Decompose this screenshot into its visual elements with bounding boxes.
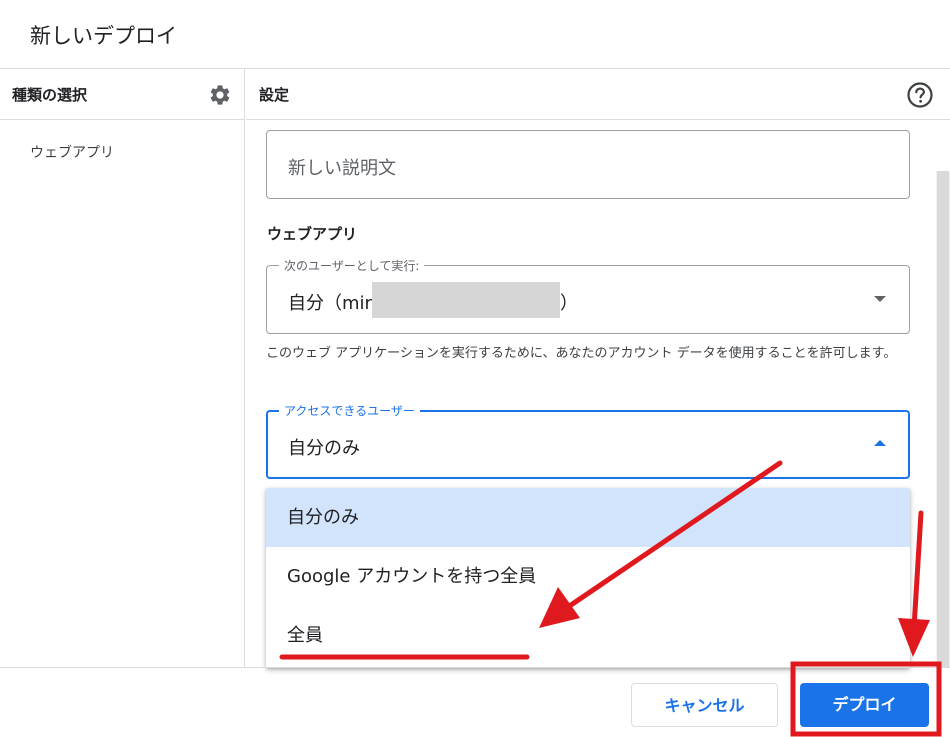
access-value: 自分のみ [288,438,360,459]
access-option-only-me[interactable]: 自分のみ [266,488,910,547]
execute-as-help-text: このウェブ アプリケーションを実行するために、あなたのアカウント データを使用す… [266,346,897,361]
access-option-everyone[interactable]: 全員 [266,606,910,665]
footer-divider [0,667,950,668]
deploy-button[interactable]: デプロイ [800,683,929,727]
access-select[interactable]: アクセスできるユーザー 自分のみ [266,402,910,479]
dialog-title: 新しいデプロイ [30,24,177,48]
webapp-section-label: ウェブアプリ [267,225,358,243]
description-input[interactable]: 新しい説明文 [266,130,910,199]
type-selection-header: 種類の選択 [0,69,245,120]
execute-as-value-prefix: 自分（mir [288,293,372,314]
access-options-menu: 自分のみ Google アカウントを持つ全員 全員 [266,488,910,668]
execute-as-select[interactable]: 次のユーザーとして実行: 自分（mir ） [266,257,910,334]
scrollbar-thumb[interactable] [937,171,949,667]
settings-title: 設定 [259,86,290,104]
execute-as-value: 自分（mir ） [288,282,578,318]
description-placeholder: 新しい説明文 [288,158,396,179]
settings-header: 設定 [246,69,950,120]
cancel-button[interactable]: キャンセル [631,683,778,727]
gear-icon[interactable] [208,83,232,107]
chevron-up-icon [874,440,886,446]
execute-as-legend: 次のユーザーとして実行: [279,257,425,274]
access-option-google-account[interactable]: Google アカウントを持つ全員 [266,547,910,606]
type-selection-pane: 種類の選択 ウェブアプリ [0,69,245,667]
help-circle-icon[interactable] [906,81,934,109]
chevron-down-icon [874,296,886,302]
new-deployment-dialog: 新しいデプロイ 種類の選択 ウェブアプリ 設定 新しい説明文 ウェブアプリ 次の… [0,0,950,737]
access-legend: アクセスできるユーザー [279,402,420,419]
execute-as-value-suffix: ） [559,293,578,314]
redacted-email [371,282,560,318]
type-item-webapp[interactable]: ウェブアプリ [30,142,114,162]
type-selection-title: 種類の選択 [12,86,88,104]
